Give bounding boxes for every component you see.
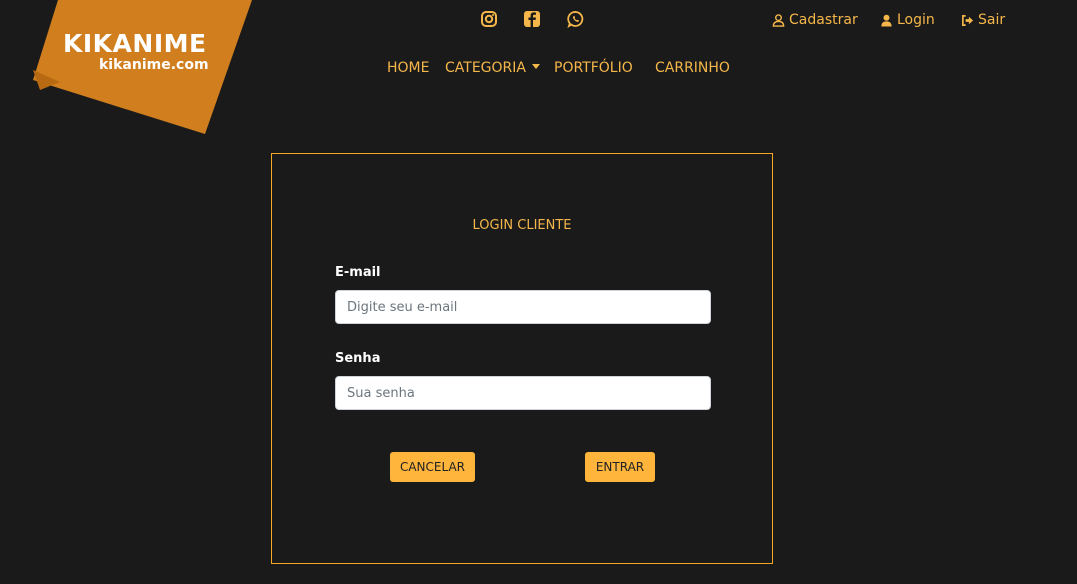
register-link[interactable]: Cadastrar (772, 12, 858, 28)
brand-name: KIKANIME (63, 29, 207, 58)
logout-label: Sair (978, 12, 1006, 28)
register-label: Cadastrar (789, 12, 858, 28)
submit-button[interactable]: ENTRAR (585, 452, 655, 482)
user-outline-icon (772, 13, 785, 27)
nav-cart[interactable]: CARRINHO (655, 60, 730, 76)
facebook-icon[interactable] (523, 10, 541, 28)
login-label: Login (897, 12, 935, 28)
brand-logo[interactable]: KIKANIME kikanime.com (0, 0, 260, 140)
sign-out-icon (962, 14, 974, 26)
email-label: E-mail (335, 265, 381, 280)
cancel-button[interactable]: CANCELAR (390, 452, 475, 482)
login-title: LOGIN CLIENTE (472, 218, 572, 233)
nav-portfolio[interactable]: PORTFÓLIO (554, 60, 633, 76)
password-label: Senha (335, 351, 381, 366)
brand-site: kikanime.com (99, 57, 209, 73)
nav-category-label: CATEGORIA (445, 60, 526, 76)
email-field[interactable] (335, 290, 711, 324)
login-link[interactable]: Login (880, 12, 935, 28)
caret-down-icon (531, 63, 540, 69)
nav-home[interactable]: HOME (387, 60, 429, 76)
logout-link[interactable]: Sair (961, 12, 1005, 28)
login-panel: LOGIN CLIENTE E-mail Senha CANCELAR ENTR… (271, 153, 773, 564)
password-field[interactable] (335, 376, 711, 410)
instagram-icon[interactable] (480, 10, 498, 28)
nav-category[interactable]: CATEGORIA (445, 60, 540, 76)
user-icon (881, 14, 892, 27)
whatsapp-icon[interactable] (567, 10, 585, 29)
